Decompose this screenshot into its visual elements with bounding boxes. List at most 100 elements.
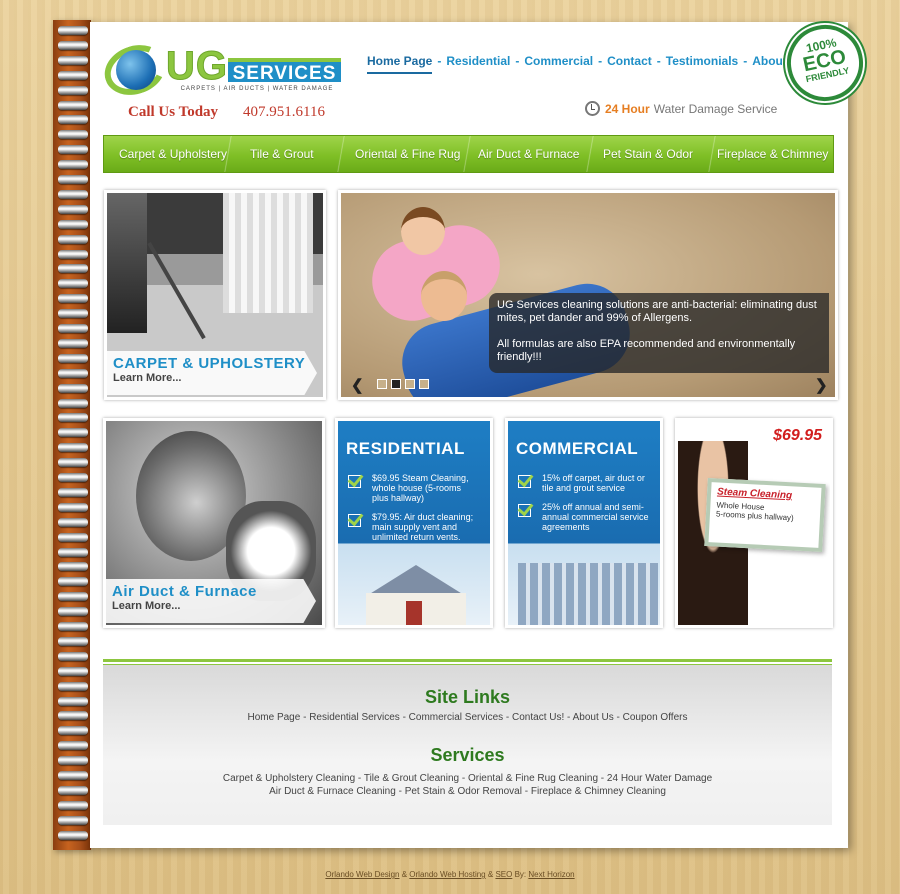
spiral-ring (58, 368, 88, 378)
menu-oriental-rug[interactable]: Oriental & Fine Rug (355, 147, 460, 161)
spiral-ring (58, 756, 88, 766)
spiral-ring (58, 771, 88, 780)
spiral-ring (58, 175, 88, 184)
spiral-ring (58, 785, 88, 795)
hours-text: Water Damage Service (653, 101, 778, 116)
learn-more-link[interactable]: Learn More... (113, 372, 311, 384)
coupon-price: $69.95 (773, 427, 822, 444)
list-item: 25% off annual and semi-annual commercia… (518, 502, 650, 532)
credit-seo-link[interactable]: SEO (495, 870, 512, 879)
slide-dot[interactable] (377, 379, 387, 389)
spiral-ring (58, 413, 88, 423)
check-icon (348, 512, 364, 527)
logo-tagline: CARPETS | AIR DUCTS | WATER DAMAGE (180, 86, 334, 92)
services-line-2[interactable]: Air Duct & Furnace Cleaning - Pet Stain … (269, 786, 666, 797)
footer-links-box: Site Links Home Page - Residential Servi… (103, 665, 832, 825)
spiral-ring (58, 443, 88, 453)
spiral-ring (58, 219, 88, 229)
feature-title: Air Duct & Furnace (112, 583, 257, 600)
spiral-ring (58, 547, 88, 557)
check-icon (518, 502, 534, 517)
house-illustration (338, 555, 490, 625)
services-links-list[interactable]: Carpet & Upholstery Cleaning - Tile & Gr… (103, 772, 832, 798)
nav-residential[interactable]: Residential (446, 54, 510, 74)
coupon-title: Steam Cleaning (716, 486, 793, 502)
credit-amp: & (487, 870, 494, 879)
menu-pet-stain-odor[interactable]: Pet Stain & Odor (603, 147, 693, 161)
nav-separator: - (598, 54, 603, 68)
offer-text: $69.95 Steam Cleaning, whole house (5-ro… (372, 473, 469, 503)
residential-list: $69.95 Steam Cleaning, whole house (5-ro… (338, 459, 490, 542)
photo-cleaner (107, 193, 147, 333)
spiral-ring (58, 398, 88, 408)
hero-slider: UG Services cleaning solutions are anti-… (338, 190, 838, 400)
offer-text: 15% off carpet, air duct or tile and gro… (542, 473, 645, 493)
next-arrow-icon[interactable]: ❯ (815, 376, 828, 394)
credit-web-design-link[interactable]: Orlando Web Design (325, 870, 399, 879)
nav-contact[interactable]: Contact (607, 54, 652, 74)
nav-separator: - (437, 54, 442, 68)
spiral-ring (58, 607, 88, 617)
check-icon (518, 473, 534, 488)
phone-number[interactable]: 407.951.6116 (243, 104, 325, 121)
menu-carpet-upholstery[interactable]: Carpet & Upholstery (119, 147, 227, 161)
menu-tile-grout[interactable]: Tile & Grout (250, 147, 314, 161)
spiral-ring (58, 830, 88, 840)
learn-more-link[interactable]: Learn More... (112, 600, 310, 612)
credit-next-horizon-link[interactable]: Next Horizon (528, 870, 574, 879)
spiral-ring (58, 353, 88, 363)
spiral-ring (58, 309, 88, 319)
air-duct-furnace-feature[interactable]: Air Duct & Furnace Learn More... (103, 418, 325, 628)
photo-man-face (421, 271, 467, 321)
nav-commercial[interactable]: Commercial (524, 54, 593, 74)
office-building-illustration (508, 545, 660, 625)
credit-by: By: (514, 870, 527, 879)
coupon-offer-card[interactable]: $69.95 Steam Cleaning Whole House 5-room… (675, 418, 833, 628)
nav-testimonials[interactable]: Testimonials (666, 54, 738, 74)
logo-services-text: SERVICES (228, 58, 341, 84)
credit-web-hosting-link[interactable]: Orlando Web Hosting (409, 870, 485, 879)
menu-fireplace-chimney[interactable]: Fireplace & Chimney (717, 147, 828, 161)
spiral-ring (58, 100, 88, 110)
list-item: $69.95 Steam Cleaning, whole house (5-ro… (348, 473, 480, 503)
spiral-ring (58, 160, 88, 170)
check-icon (348, 473, 364, 488)
spiral-ring (58, 815, 88, 825)
slide-dot[interactable] (391, 379, 401, 389)
spiral-ring (58, 26, 88, 35)
feature-label: Air Duct & Furnace Learn More... (106, 579, 316, 623)
carpet-upholstery-feature[interactable]: CARPET & UPHOLSTERY Learn More... (104, 190, 326, 400)
residential-card[interactable]: RESIDENTIAL $69.95 Steam Cleaning, whole… (335, 418, 493, 628)
menu-air-duct-furnace[interactable]: Air Duct & Furnace (478, 147, 579, 161)
feature-label: CARPET & UPHOLSTERY Learn More... (107, 351, 317, 395)
ug-services-logo[interactable]: UG SERVICES CARPETS | AIR DUCTS | WATER … (97, 36, 344, 104)
nav-separator: - (743, 54, 748, 68)
slide-dot[interactable] (405, 379, 415, 389)
spiral-rings (58, 26, 88, 846)
commercial-card[interactable]: COMMERCIAL 15% off carpet, air duct or t… (505, 418, 663, 628)
nav-home-page[interactable]: Home Page (367, 54, 433, 74)
prev-arrow-icon[interactable]: ❮ (351, 376, 364, 394)
menu-divider (461, 136, 473, 172)
spiral-ring (58, 70, 88, 80)
services-title: Services (430, 745, 505, 765)
spiral-ring (58, 487, 88, 497)
spiral-ring (58, 130, 88, 140)
list-item: $79.95: Air duct cleaning; main supply v… (348, 512, 480, 542)
residential-title: RESIDENTIAL (346, 439, 465, 458)
menu-divider (222, 136, 234, 172)
slide-dot[interactable] (419, 379, 429, 389)
spiral-ring (58, 264, 88, 274)
spiral-ring (58, 666, 88, 676)
menu-divider (584, 136, 596, 172)
services-line-1[interactable]: Carpet & Upholstery Cleaning - Tile & Gr… (223, 773, 712, 784)
hours-banner: 24 Hour Water Damage Service (585, 101, 777, 116)
spiral-ring (58, 338, 88, 348)
slider-caption: UG Services cleaning solutions are anti-… (489, 293, 829, 373)
site-links-list[interactable]: Home Page - Residential Services - Comme… (103, 711, 832, 724)
clock-icon (585, 101, 600, 116)
site-credits: Orlando Web Design & Orlando Web Hosting… (0, 870, 900, 879)
house-door (406, 601, 422, 625)
commercial-list: 15% off carpet, air duct or tile and gro… (508, 459, 660, 532)
photo-woman-face (401, 207, 445, 255)
